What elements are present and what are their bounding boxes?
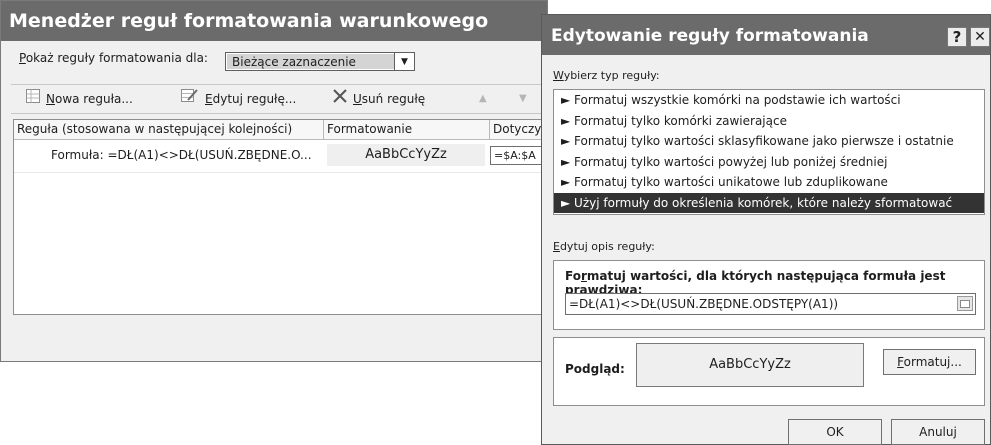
move-up-arrow-icon[interactable]: ▲ bbox=[479, 85, 487, 113]
rule-type-item[interactable]: ► Formatuj tylko wartości unikatowe lub … bbox=[554, 172, 984, 193]
collapse-dialog-icon[interactable] bbox=[957, 296, 973, 311]
rule-type-item[interactable]: ► Formatuj wszystkie komórki na podstawi… bbox=[554, 90, 984, 111]
delete-rule-label: Usuń regułę bbox=[353, 92, 426, 106]
help-icon[interactable]: ? bbox=[947, 27, 967, 47]
delete-rule-button[interactable]: Usuń regułę bbox=[333, 85, 425, 113]
editor-title: Edytowanie reguły formatowania bbox=[542, 15, 990, 55]
new-rule-button[interactable]: Nowa reguła... bbox=[26, 85, 133, 113]
formula-value: =DŁ(A1)<>DŁ(USUŃ.ZBĘDNE.ODSTĘPY(A1)) bbox=[569, 297, 839, 311]
column-header-format[interactable]: Formatowanie bbox=[324, 120, 490, 139]
conditional-formatting-manager-dialog: Menedżer reguł formatowania warunkowego … bbox=[0, 0, 611, 362]
preview-swatch: AaBbCcYyZz bbox=[636, 343, 864, 387]
rule-description: Formuła: =DŁ(A1)<>DŁ(USUŃ.ZBĘDNE.O... bbox=[51, 148, 312, 162]
table-row[interactable]: Formuła: =DŁ(A1)<>DŁ(USUŃ.ZBĘDNE.O... Aa… bbox=[14, 140, 572, 173]
rule-type-item[interactable]: ► Formatuj tylko wartości powyżej lub po… bbox=[554, 152, 984, 173]
delete-x-icon bbox=[333, 85, 347, 113]
new-rule-icon bbox=[26, 85, 40, 113]
format-button[interactable]: Formatuj... bbox=[883, 349, 976, 375]
rule-type-item[interactable]: ► Formatuj tylko wartości sklasyfikowane… bbox=[554, 131, 984, 152]
rule-type-item[interactable]: ► Formatuj tylko komórki zawierające bbox=[554, 111, 984, 132]
preview-label: Podgląd: bbox=[565, 362, 625, 376]
column-header-rule[interactable]: Reguła (stosowana w następującej kolejno… bbox=[14, 120, 324, 139]
rule-type-list: ► Formatuj wszystkie komórki na podstawi… bbox=[553, 89, 985, 215]
formula-input[interactable]: =DŁ(A1)<>DŁ(USUŃ.ZBĘDNE.ODSTĘPY(A1)) bbox=[565, 293, 976, 315]
edit-rule-description-label: Edytuj opis reguły: bbox=[553, 240, 655, 253]
edit-rule-icon bbox=[181, 85, 199, 113]
edit-rule-button[interactable]: Edytuj regułę... bbox=[181, 85, 296, 113]
preview-panel: Podgląd: AaBbCcYyZz Formatuj... bbox=[553, 337, 985, 406]
ok-button[interactable]: OK bbox=[788, 419, 882, 445]
rule-description-panel: Formatuj wartości, dla których następują… bbox=[553, 260, 985, 330]
rules-toolbar: Nowa reguła... Edytuj regułę... Usuń reg… bbox=[11, 84, 611, 114]
scope-dropdown-value: Bieżące zaznaczenie bbox=[226, 53, 394, 70]
select-rule-type-label: Wybierz typ reguły: bbox=[553, 69, 660, 82]
chevron-down-icon[interactable]: ▼ bbox=[394, 53, 414, 70]
scope-dropdown[interactable]: Bieżące zaznaczenie ▼ bbox=[225, 52, 415, 71]
move-down-arrow-icon[interactable]: ▼ bbox=[519, 85, 527, 113]
show-rules-for-label: Pokaż reguły formatowania dla: bbox=[19, 51, 208, 65]
rules-table: Reguła (stosowana w następującej kolejno… bbox=[13, 119, 573, 315]
edit-formatting-rule-dialog: Edytowanie reguły formatowania ? ✕ Wybie… bbox=[541, 14, 991, 445]
rule-type-item[interactable]: ► Użyj formuły do określenia komórek, kt… bbox=[554, 192, 984, 213]
rule-format-preview: AaBbCcYyZz bbox=[327, 144, 485, 166]
cancel-button[interactable]: Anuluj bbox=[891, 419, 985, 445]
rules-table-header: Reguła (stosowana w następującej kolejno… bbox=[14, 120, 572, 140]
new-rule-label: Nowa reguła... bbox=[46, 92, 133, 106]
close-icon[interactable]: ✕ bbox=[970, 27, 990, 47]
manager-title: Menedżer reguł formatowania warunkowego bbox=[1, 1, 547, 41]
edit-rule-label: Edytuj regułę... bbox=[205, 92, 297, 106]
